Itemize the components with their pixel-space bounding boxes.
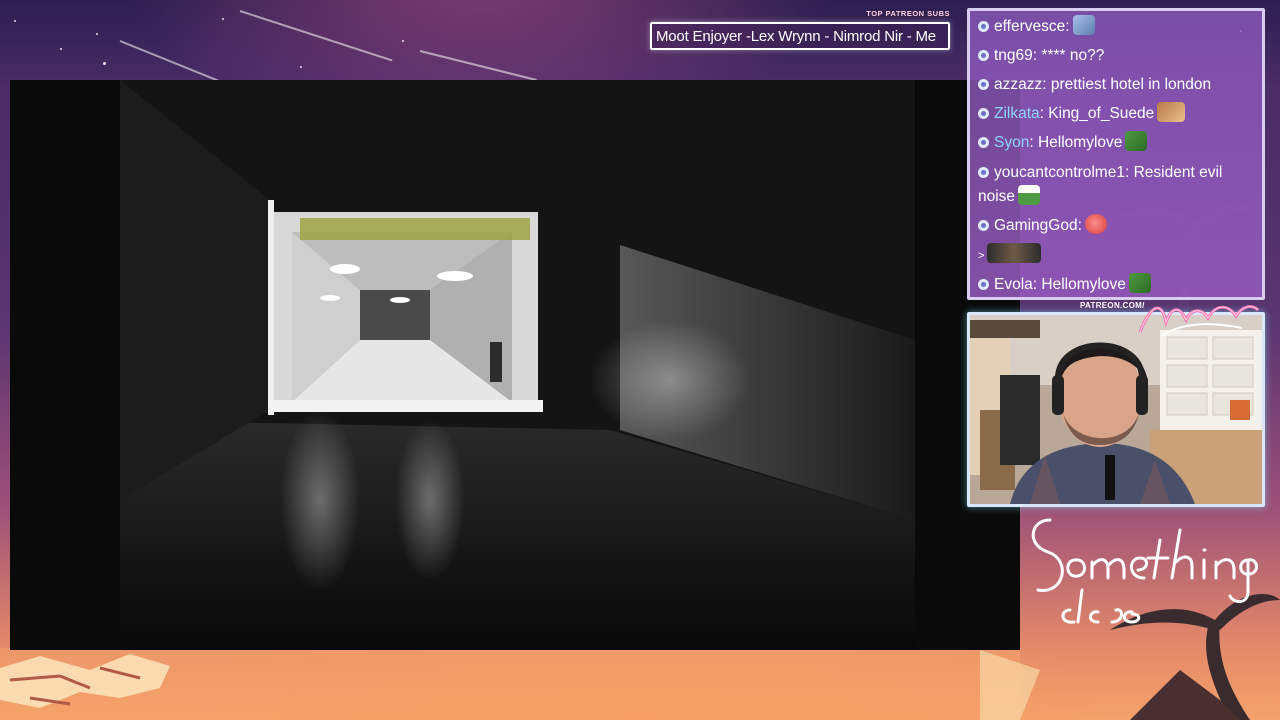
chat-username: Syon [994,134,1030,151]
chat-message: tng69: **** no?? [978,44,1260,68]
group-emote-icon [987,243,1042,263]
chat-username: effervesce [994,18,1066,35]
hand-emote-icon [1157,102,1186,122]
chat-text: prettiest hotel in london [1050,76,1212,93]
patreon-subs-ticker-text: Moot Enjoyer -Lex Wrynn - Nimrod Nir - M… [656,28,936,45]
pepe-emote-icon [1125,131,1148,151]
chat-text: > [978,250,985,262]
chat-badge-icon [978,108,989,119]
chat-message: youcantcontrolme1: Resident evil noise [978,164,1223,205]
chat-message: GamingGod: [978,214,1260,238]
chat-message: effervesce: [978,15,1260,39]
something-else-brand-logo [1031,518,1258,624]
chat-message: azzazz: prettiest hotel in london [978,73,1260,97]
cracked-ground-decoration [0,648,1020,720]
chat-text: Hellomylove [1041,276,1126,293]
chat-text: Hellomylove [1037,134,1123,151]
chat-text: King_of_Suede [1048,105,1155,122]
chat-badge-icon [978,21,989,32]
blob-emote-icon [1084,214,1107,234]
chat-message: Syon: Hellomylove [978,131,1260,155]
chat-username: azzazz [994,76,1043,93]
chat-username: youcantcontrolme1 [994,164,1125,181]
patreon-subs-ticker: Moot Enjoyer -Lex Wrynn - Nimrod Nir - M… [650,22,950,50]
chat-username: Zilkata [994,105,1040,122]
chat-badge-icon [978,137,989,148]
chat-badge-icon [978,279,989,290]
chat-message: Zilkata: King_of_Suede [978,102,1260,126]
pepe-emote-icon [1128,273,1151,293]
chat-badge-icon [978,50,989,61]
chat-badge-icon [978,167,989,178]
chat-text: **** no?? [1041,47,1105,64]
chat-message: > [978,243,1260,268]
chat-username: Evola [994,276,1033,293]
game-capture[interactable] [10,80,1020,650]
anything-else-logo [1138,305,1260,337]
chat-panel: effervesce: tng69: **** no?? azzazz: pre… [967,8,1265,300]
top-patreon-subs-label: TOP PATREON SUBS [866,9,950,18]
chat-username: GamingGod [994,217,1078,234]
pepe-emote-icon [1018,185,1041,205]
chat-username: tng69 [994,47,1033,64]
dark-corridor-scene [10,80,1020,650]
chat-badge-icon [978,220,989,231]
chat-badge-icon [978,79,989,90]
streamer-webcam-image [970,315,1262,504]
cat-emote-icon [1072,15,1095,35]
